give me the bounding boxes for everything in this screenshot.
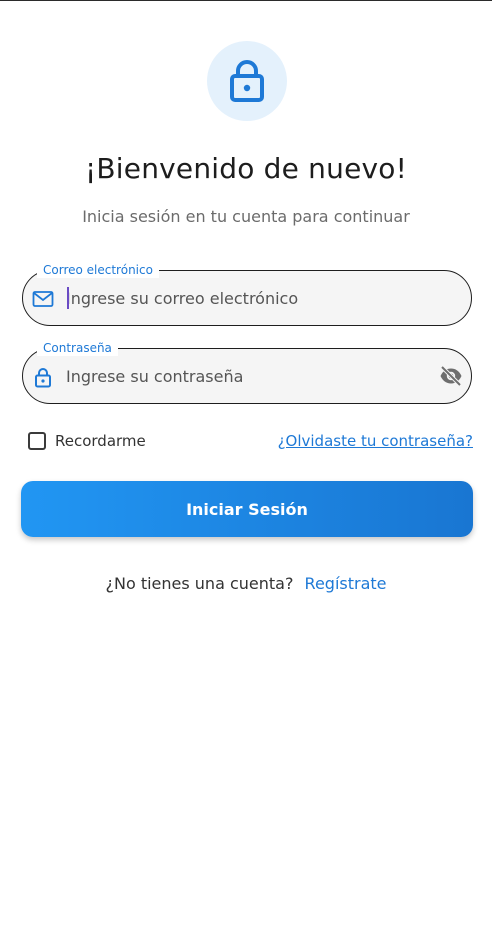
text-caret [67, 287, 69, 309]
page-title: ¡Bienvenido de nuevo! [84, 152, 408, 185]
login-button[interactable]: Iniciar Sesión [21, 481, 473, 537]
signup-prompt: ¿No tienes una cuenta? [105, 574, 294, 593]
password-input[interactable] [66, 349, 426, 403]
forgot-password-link[interactable]: ¿Olvidaste tu contraseña? [278, 432, 473, 450]
toggle-password-visibility-button[interactable] [439, 364, 463, 388]
remember-me-label: Recordarme [55, 432, 146, 450]
lock-badge [207, 41, 287, 121]
eye-off-icon [440, 365, 462, 387]
password-field[interactable]: Contraseña [22, 340, 472, 404]
email-field[interactable]: Correo electrónico [22, 262, 472, 326]
lock-icon [35, 368, 51, 388]
top-border [0, 0, 492, 1]
page-subtitle: Inicia sesión en tu cuenta para continua… [82, 207, 410, 226]
signup-row: ¿No tienes una cuenta? Regístrate [0, 574, 492, 593]
lock-icon [230, 60, 264, 102]
remember-me-checkbox[interactable] [28, 432, 46, 450]
remember-me-toggle[interactable]: Recordarme [28, 432, 146, 450]
mail-icon [32, 291, 54, 307]
signup-link[interactable]: Regístrate [305, 574, 387, 593]
email-input[interactable] [66, 271, 426, 325]
